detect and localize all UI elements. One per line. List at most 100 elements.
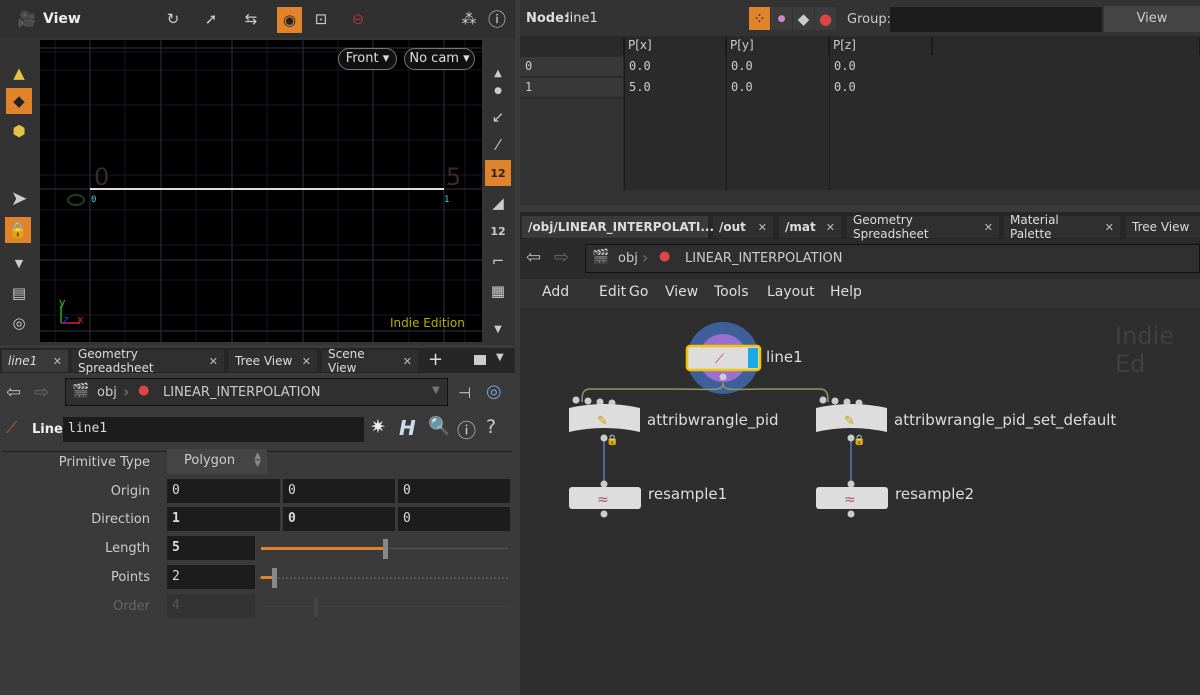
search-icon[interactable]: 🔍 (428, 416, 450, 437)
path-node[interactable]: LINEAR_INTERPOLATION (163, 385, 320, 400)
chevron-down-icon[interactable]: ▼ (432, 385, 440, 396)
network-path-bar[interactable]: 🎬 obj › ● LINEAR_INTERPOLATION (585, 244, 1200, 273)
menu-go[interactable]: Go (629, 284, 648, 300)
link-icon[interactable]: ◎ (486, 381, 502, 402)
network-canvas[interactable]: Indie Ed ⟋ ✎ ✎ ≈ ≈ 🔒 🔒 line1 attribwrang… (520, 310, 1200, 695)
close-icon[interactable]: ✕ (1099, 221, 1114, 234)
select-arrow-icon[interactable]: ➤ (6, 185, 32, 211)
view-menu-button[interactable]: Front ▾ (338, 48, 397, 70)
primitive-type-select[interactable]: Polygon ▲ ▼ (167, 449, 267, 474)
point-normals-icon[interactable]: ⁄ (485, 132, 511, 158)
node-label-line1[interactable]: line1 (766, 348, 803, 366)
points-slider-handle[interactable] (271, 568, 277, 588)
prim-normals-icon[interactable]: ◢ (485, 190, 511, 216)
tab-geometry-spreadsheet[interactable]: Geometry Spreadsheet ✕ (72, 347, 224, 375)
path-node[interactable]: LINEAR_INTERPOLATION (685, 251, 842, 266)
menu-add[interactable]: Add (542, 284, 569, 300)
node-label-resample1[interactable]: resample1 (648, 485, 727, 503)
close-icon[interactable]: ✕ (397, 355, 412, 368)
close-icon[interactable]: ✕ (820, 221, 835, 234)
maximize-icon[interactable] (474, 355, 486, 365)
node-attribwrangle-pid[interactable]: ✎ (569, 396, 640, 442)
close-icon[interactable]: ✕ (296, 355, 311, 368)
path-bar[interactable]: 🎬 obj › ● LINEAR_INTERPOLATION ▼ (65, 378, 448, 406)
node-name-input[interactable]: line1 (63, 417, 364, 442)
geometry-mode-icon[interactable]: ◆ (6, 88, 32, 114)
column-header[interactable]: P[y] (726, 37, 829, 55)
select-tumble-icon[interactable]: ↻ (160, 6, 186, 32)
frame-icon[interactable]: ⊡ (308, 6, 334, 32)
snapping-icon[interactable]: ▤ (6, 280, 32, 306)
camera-menu-icon[interactable]: 🎥 (14, 6, 40, 32)
tab-geometry-spreadsheet[interactable]: Geometry Spreadsheet ✕ (847, 213, 999, 241)
back-icon[interactable]: ⇦ (6, 382, 21, 403)
gear-icon[interactable]: ✷ (370, 416, 386, 438)
tab-scene-view[interactable]: Scene View ✕ (322, 347, 418, 375)
scroll-down-icon[interactable]: ▼ (485, 316, 511, 342)
object-mode-icon[interactable]: ▲ (6, 60, 32, 86)
direction-y-input[interactable]: 0 (283, 507, 395, 531)
render-icon[interactable]: ◎ (6, 310, 32, 336)
column-header[interactable]: P[x] (624, 37, 726, 55)
lock-icon[interactable]: 🔒 (5, 217, 31, 243)
camera-menu-button[interactable]: No cam ▾ (404, 48, 475, 70)
group-input[interactable] (890, 7, 1102, 32)
points-slider[interactable] (259, 567, 508, 589)
column-header[interactable] (520, 37, 624, 55)
node-resample2[interactable]: ≈ (816, 480, 888, 518)
detail-mode-icon[interactable]: ● (815, 7, 836, 30)
tab-tree-view[interactable]: Tree View ✕ (229, 350, 317, 372)
normals-icon[interactable]: ↙ (485, 104, 511, 130)
expand-icon[interactable]: ▼ (6, 250, 32, 276)
pane-menu-icon[interactable]: ▼ (496, 352, 504, 363)
uv-icon[interactable]: ▦ (485, 278, 511, 304)
path-root[interactable]: obj (97, 385, 117, 400)
path-root[interactable]: obj (618, 251, 638, 266)
close-icon[interactable]: ✕ (752, 221, 767, 234)
length-slider[interactable] (261, 538, 508, 560)
menu-layout[interactable]: Layout (767, 284, 815, 300)
tab-tree-view[interactable]: Tree View (1126, 216, 1200, 238)
origin-x-input[interactable]: 0 (167, 479, 280, 503)
help-icon[interactable]: ⓘ (484, 6, 510, 32)
close-icon[interactable]: ✕ (978, 221, 993, 234)
length-slider-handle[interactable] (382, 539, 388, 559)
row-header[interactable] (520, 57, 623, 76)
points-mode-icon[interactable]: ⁘ (749, 7, 770, 30)
node-label-resample2[interactable]: resample2 (895, 485, 974, 503)
viewport-canvas[interactable]: 0 5 0 1 y z x Indie Edition (40, 40, 482, 342)
point-numbers-icon[interactable]: 12 (485, 160, 511, 186)
direction-x-input[interactable]: 1 (167, 507, 280, 531)
tab-out[interactable]: /out ✕ (713, 216, 773, 238)
close-icon[interactable]: ✕ (47, 355, 62, 368)
tab-mat[interactable]: /mat ✕ (779, 216, 841, 238)
column-header[interactable]: P[z] (829, 37, 932, 55)
back-icon[interactable]: ⇦ (526, 247, 541, 268)
close-icon[interactable]: ✕ (203, 355, 218, 368)
forward-icon[interactable]: ⇨ (34, 382, 49, 403)
help-icon[interactable]: ? (486, 416, 496, 438)
view-button[interactable]: View (1104, 6, 1200, 32)
spreadsheet-scrollbar[interactable] (520, 190, 1200, 205)
tab-material-palette[interactable]: Material Palette ✕ (1004, 213, 1120, 241)
select-icon[interactable]: ➚ (198, 6, 224, 32)
display-options-icon[interactable]: ⁂ (456, 6, 482, 32)
vertices-mode-icon[interactable]: ● (771, 7, 792, 30)
row-header[interactable] (520, 78, 623, 97)
direction-z-input[interactable]: 0 (398, 507, 510, 531)
node-attribwrangle-pid-set-default[interactable]: ✎ (816, 396, 887, 442)
tab-line1[interactable]: line1 ✕ (2, 350, 68, 372)
menu-tools[interactable]: Tools (714, 284, 749, 300)
node-resample1[interactable]: ≈ (569, 480, 641, 518)
no-entry-icon[interactable]: ⊖ (345, 6, 371, 32)
prim-numbers-icon[interactable]: 12 (485, 218, 511, 244)
tab-obj-linear[interactable]: /obj/LINEAR_INTERPOLATI...✕ (522, 216, 729, 238)
dynamics-mode-icon[interactable]: ⬢ (6, 118, 32, 144)
origin-y-input[interactable]: 0 (283, 479, 395, 503)
add-tab-button[interactable]: + (428, 349, 443, 370)
menu-help[interactable]: Help (830, 284, 862, 300)
origin-z-input[interactable]: 0 (398, 479, 510, 503)
menu-edit[interactable]: Edit (599, 284, 626, 300)
node-label-attribwrangle-pid[interactable]: attribwrangle_pid (647, 411, 779, 429)
view-tool-icon[interactable]: ◉ (277, 7, 302, 33)
